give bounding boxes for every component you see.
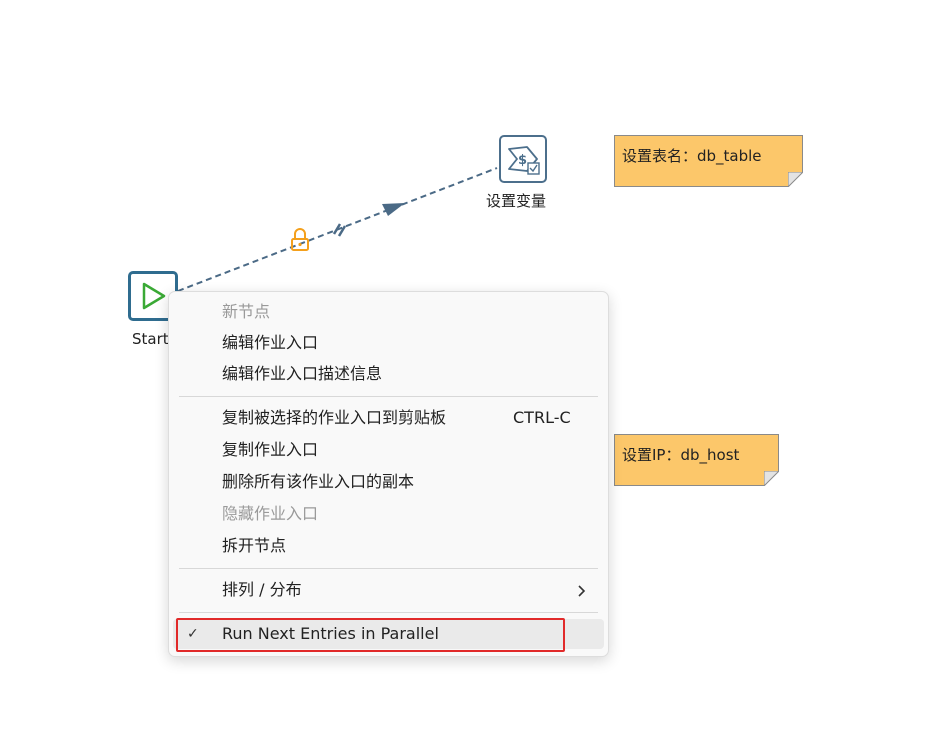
hop-arrow-icon xyxy=(382,203,405,216)
menu-item-label: 拆开节点 xyxy=(222,536,287,555)
menu-item-label: 新节点 xyxy=(222,302,271,321)
menu-item-label: 复制作业入口 xyxy=(222,440,319,459)
note-fold-corner xyxy=(788,172,803,187)
menu-item-new-node: 新节点 xyxy=(173,297,604,327)
menu-item-duplicate-entry[interactable]: 复制作业入口 xyxy=(173,435,604,465)
menu-item-copy-to-clipboard[interactable]: 复制被选择的作业入口到剪贴板 CTRL-C xyxy=(173,403,604,433)
note-ip[interactable]: 设置IP：db_host xyxy=(614,434,779,486)
menu-separator xyxy=(179,396,598,397)
menu-item-label: 编辑作业入口 xyxy=(222,333,319,352)
menu-separator xyxy=(179,568,598,569)
start-node-label: Start xyxy=(132,330,169,348)
menu-item-edit-entry[interactable]: 编辑作业入口 xyxy=(173,328,604,358)
note-fold-corner xyxy=(764,471,779,486)
menu-item-label: 复制被选择的作业入口到剪贴板 xyxy=(222,408,447,427)
chevron-right-icon xyxy=(576,575,586,605)
set-variables-node-label: 设置变量 xyxy=(486,192,547,210)
svg-text:$: $ xyxy=(518,153,527,168)
set-variables-entry-node[interactable]: $ xyxy=(499,135,547,183)
menu-item-label: 排列 / 分布 xyxy=(222,580,302,599)
set-variables-icon: $ xyxy=(508,146,540,175)
menu-item-label: 编辑作业入口描述信息 xyxy=(222,364,383,383)
menu-item-hide-entry: 隐藏作业入口 xyxy=(173,499,604,529)
menu-item-align-distribute[interactable]: 排列 / 分布 xyxy=(173,575,604,605)
note-text: 设置表名：db_table xyxy=(622,147,762,165)
menu-item-label: 隐藏作业入口 xyxy=(222,504,319,523)
menu-item-detach-node[interactable]: 拆开节点 xyxy=(173,531,604,561)
entry-context-menu: 新节点 编辑作业入口 编辑作业入口描述信息 复制被选择的作业入口到剪贴板 CTR… xyxy=(168,291,609,657)
highlight-annotation-box xyxy=(176,618,565,652)
menu-item-label: 删除所有该作业入口的副本 xyxy=(222,472,415,491)
note-table-name[interactable]: 设置表名：db_table xyxy=(614,135,803,187)
menu-separator xyxy=(179,612,598,613)
menu-item-shortcut: CTRL-C xyxy=(513,408,571,427)
menu-item-edit-entry-description[interactable]: 编辑作业入口描述信息 xyxy=(173,359,604,389)
note-text: 设置IP：db_host xyxy=(622,446,740,464)
menu-item-delete-all-copies[interactable]: 删除所有该作业入口的副本 xyxy=(173,467,604,497)
parallel-marker-icon xyxy=(332,223,347,237)
